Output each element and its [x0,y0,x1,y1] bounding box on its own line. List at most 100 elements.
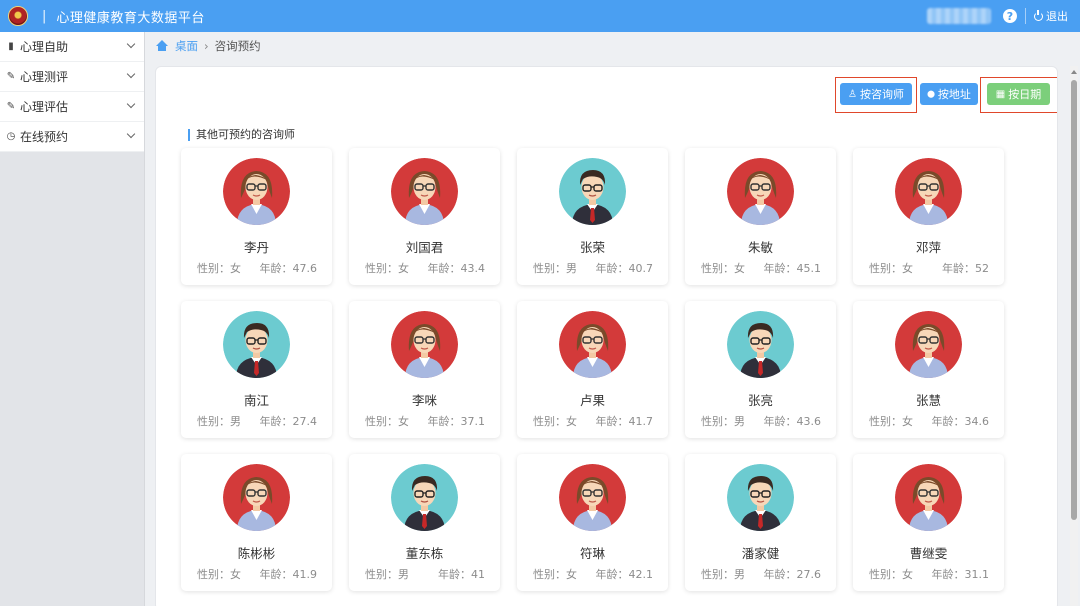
gender-value: 男 [230,415,241,428]
age-label: 年龄： [763,262,797,275]
counselor-gender: 性别：女 [533,413,577,429]
user-icon: ♙ [848,88,857,100]
counselor-card[interactable]: 朱敏 性别：女 年龄：45.1 [685,148,836,285]
title-separator: | [42,8,47,24]
counselor-name: 潘家健 [741,546,780,561]
counselor-card[interactable]: 陈彬彬 性别：女 年龄：41.9 [181,454,332,591]
counselor-name: 南江 [243,393,269,408]
counselor-age: 年龄：41.9 [260,566,318,582]
header-actions: ? 退出 [927,0,1080,32]
sidebar: ▮ 心理自助 ✎ 心理测评 ✎ 心理评估 ◷ 在线预约 [0,32,145,606]
gender-value: 女 [902,415,913,428]
age-label: 年龄： [595,262,629,275]
page-scrollbar[interactable] [1070,66,1078,606]
help-icon[interactable]: ? [1003,9,1017,23]
edit-icon: ✎ [6,101,16,112]
gender-label: 性别： [365,415,398,428]
gender-label: 性别： [197,568,230,581]
chevron-down-icon [126,99,136,109]
counselor-card[interactable]: 曹继雯 性别：女 年龄：31.1 [853,454,1004,591]
male-avatar-icon [727,464,794,531]
gender-value: 女 [398,415,409,428]
clock-icon: ◷ [6,131,16,142]
age-label: 年龄： [942,262,975,275]
sidebar-item-assessment[interactable]: ✎ 心理测评 [0,62,144,92]
counselor-name: 李咪 [411,393,437,408]
gender-value: 男 [734,568,745,581]
male-avatar-icon [223,311,290,378]
sidebar-item-evaluation[interactable]: ✎ 心理评估 [0,92,144,122]
gender-value: 男 [734,415,745,428]
counselor-card[interactable]: 符琳 性别：女 年龄：42.1 [517,454,668,591]
age-label: 年龄： [931,415,965,428]
counselor-gender: 性别：女 [197,260,241,276]
filter-by-counselor-button[interactable]: ♙ 按咨询师 [840,83,912,105]
counselor-card[interactable]: 潘家健 性别：男 年龄：27.6 [685,454,836,591]
age-value: 43.6 [796,415,822,428]
logout-label: 退出 [1046,10,1068,23]
sidebar-item-label: 心理自助 [20,40,69,54]
gender-label: 性别： [533,415,566,428]
chevron-down-icon [126,129,136,139]
age-value: 41 [471,568,485,581]
counselor-gender: 性别：女 [365,260,409,276]
sidebar-item-online-booking[interactable]: ◷ 在线预约 [0,122,144,152]
counselor-name: 邓萍 [915,240,941,255]
counselor-card[interactable]: 刘国君 性别：女 年龄：43.4 [349,148,500,285]
scroll-up-arrow-icon[interactable] [1071,70,1077,74]
age-value: 27.4 [292,415,318,428]
counselor-gender: 性别：女 [701,260,745,276]
counselor-card[interactable]: 张荣 性别：男 年龄：40.7 [517,148,668,285]
age-label: 年龄： [259,415,293,428]
sidebar-item-self-help[interactable]: ▮ 心理自助 [0,32,144,62]
counselor-card[interactable]: 邓萍 性别：女 年龄：52 [853,148,1004,285]
gender-label: 性别： [701,568,734,581]
counselor-gender: 性别：女 [365,413,409,429]
counselor-card[interactable]: 董东栋 性别：男 年龄：41 [349,454,500,591]
logout-button[interactable]: 退出 [1034,8,1068,24]
counselor-age: 年龄：31.1 [932,566,990,582]
counselor-name: 张亮 [747,393,773,408]
breadcrumb-separator: › [204,39,209,53]
age-label: 年龄： [931,568,965,581]
filter-by-address-button[interactable]: ⬤ 按地址 [920,83,978,105]
counselor-name: 张慧 [915,393,941,408]
age-value: 37.1 [460,415,486,428]
gender-value: 女 [902,262,913,275]
breadcrumb-home-link[interactable]: 桌面 [175,38,198,54]
breadcrumb: 桌面 › 咨询预约 [155,37,261,55]
female-avatar-icon [391,158,458,225]
counselor-age: 年龄：27.4 [260,413,318,429]
counselor-age: 年龄：43.4 [428,260,486,276]
counselor-card[interactable]: 张亮 性别：男 年龄：43.6 [685,301,836,438]
filter-by-date-button[interactable]: ▦ 按日期 [987,83,1050,105]
gender-value: 女 [734,262,745,275]
filter-by-counselor-label: 按咨询师 [859,88,904,101]
sidebar-item-label: 心理测评 [20,70,69,84]
gender-value: 女 [566,415,577,428]
female-avatar-icon [727,158,794,225]
female-avatar-icon [895,158,962,225]
counselor-name: 符琳 [579,546,605,561]
chevron-down-icon [126,39,136,49]
sidebar-item-label: 心理评估 [20,100,69,114]
age-label: 年龄： [259,262,293,275]
blurred-username [927,8,991,24]
counselor-age: 年龄：40.7 [596,260,654,276]
gender-value: 女 [230,262,241,275]
age-label: 年龄： [259,568,293,581]
counselor-card[interactable]: 南江 性别：男 年龄：27.4 [181,301,332,438]
counselor-card[interactable]: 张慧 性别：女 年龄：34.6 [853,301,1004,438]
counselor-age: 年龄：43.6 [764,413,822,429]
counselor-card[interactable]: 李咪 性别：女 年龄：37.1 [349,301,500,438]
counselor-card[interactable]: 卢果 性别：女 年龄：41.7 [517,301,668,438]
gender-label: 性别： [533,568,566,581]
age-value: 43.4 [460,262,486,275]
age-value: 42.1 [628,568,654,581]
home-icon[interactable] [155,40,169,52]
counselor-gender: 性别：男 [701,413,745,429]
counselor-gender: 性别：女 [869,413,913,429]
scrollbar-thumb[interactable] [1071,80,1077,520]
age-value: 40.7 [628,262,654,275]
counselor-card[interactable]: 李丹 性别：女 年龄：47.6 [181,148,332,285]
